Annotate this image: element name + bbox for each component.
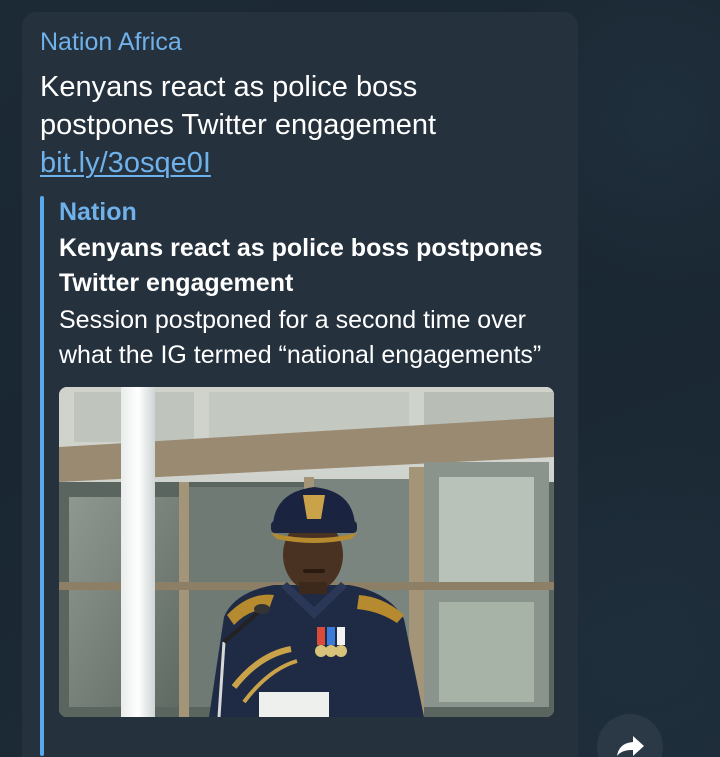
preview-image[interactable]	[59, 387, 554, 717]
sender-name[interactable]: Nation Africa	[40, 26, 558, 58]
preview-title: Kenyans react as police boss postpones T…	[59, 234, 543, 297]
link-preview[interactable]: Nation Kenyans react as police boss post…	[40, 196, 558, 756]
message-bubble[interactable]: Nation Africa Kenyans react as police bo…	[22, 12, 578, 757]
police-officer-photo	[59, 387, 554, 717]
preview-site-name: Nation	[59, 198, 137, 226]
message-link[interactable]: bit.ly/3osqe0I	[40, 144, 211, 182]
share-arrow-icon	[617, 736, 644, 756]
message-text: Kenyans react as police boss postpones T…	[40, 71, 437, 141]
preview-accent-bar	[40, 196, 44, 756]
preview-description: Session postponed for a second time over…	[59, 306, 542, 369]
